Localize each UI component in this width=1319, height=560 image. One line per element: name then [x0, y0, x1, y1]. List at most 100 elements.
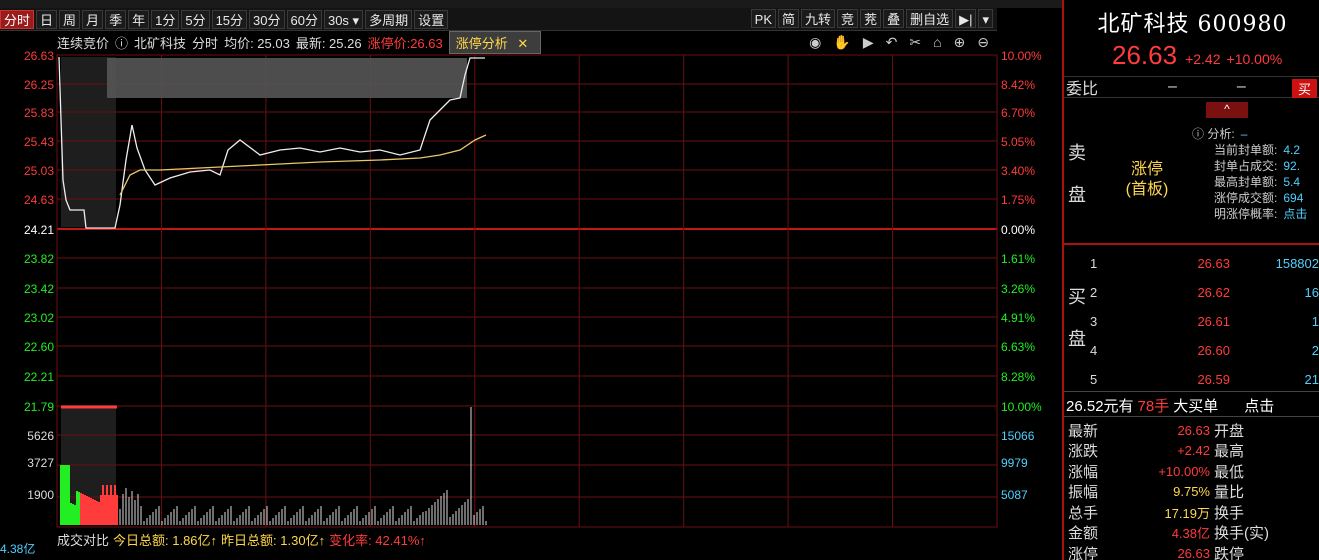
- stat-value: +2.42: [1177, 443, 1210, 459]
- volume-axis-right-label: 15066: [1001, 429, 1035, 443]
- stat-key-2: 最低: [1214, 463, 1245, 481]
- first-board-text: (首板): [1125, 181, 1169, 198]
- weibi-value: –: [1168, 78, 1177, 95]
- stat-row: 涨幅 +10.00% 最低: [1064, 461, 1319, 482]
- analysis-value: 4.2: [1283, 143, 1301, 157]
- stat-value: 17.19万: [1164, 505, 1210, 521]
- bid-price: 26.63: [1197, 255, 1230, 271]
- price-axis-label: 25.03: [24, 164, 54, 178]
- price-axis-label: 23.82: [24, 252, 54, 266]
- bid-label-2: 盘: [1068, 329, 1086, 349]
- bid-row[interactable]: 4 26.60 2: [1090, 339, 1319, 361]
- turnover-compare-bar: 成交对比 今日总额: 1.86亿↑ 昨日总额: 1.30亿↑ 变化率: 42.4…: [57, 530, 997, 548]
- stats-table: 最新 26.63 开盘 涨跌 +2.42 最高 涨幅 +10.00% 最低 振幅 9.75% 量比 总手…: [1064, 420, 1319, 560]
- price-axis-label: 24.63: [24, 193, 54, 207]
- analysis-row: 当前封单额: 4.2: [1192, 142, 1307, 158]
- price-axis-label: 25.43: [24, 135, 54, 149]
- volume-axis-right-label: 5087: [1001, 488, 1028, 502]
- bid-lv: 4: [1090, 342, 1098, 358]
- today-turnover: 今日总额: 1.86亿↑: [113, 532, 218, 548]
- analysis-row: 涨停成交额: 694: [1192, 190, 1307, 206]
- pct-axis-label: 8.28%: [1001, 370, 1035, 384]
- bid-vol: 1: [1311, 313, 1319, 329]
- ask-block: ^ 卖 盘 涨停 (首板) ⓘ 分析: – 当前封单额: 4.2 封单占成交: 92. 最高封…: [1064, 100, 1319, 245]
- stat-key: 涨跌: [1068, 443, 1099, 461]
- yday-turnover: 昨日总额: 1.30亿↑: [221, 532, 326, 548]
- analysis-key: 当前封单额:: [1214, 143, 1278, 157]
- bid-price: 26.61: [1197, 313, 1230, 329]
- bid-vol: 158802: [1275, 255, 1319, 271]
- pct-axis-label: 0.00%: [1001, 223, 1035, 237]
- stat-key-2: 跌停: [1214, 545, 1245, 560]
- seal-click[interactable]: 点击: [1244, 395, 1274, 416]
- bid-row[interactable]: 2 26.62 16: [1090, 281, 1319, 303]
- price-row: 26.63 +2.42 +10.00%: [1064, 40, 1319, 70]
- stat-row: 涨跌 +2.42 最高: [1064, 441, 1319, 462]
- price-change: +2.42: [1185, 51, 1221, 67]
- info-icon[interactable]: ⓘ: [1192, 127, 1207, 141]
- analysis-key: 封单占成交:: [1214, 159, 1278, 173]
- stat-key-2: 换手(实): [1214, 525, 1269, 543]
- limit-up-text: 涨停: [1130, 161, 1163, 178]
- analysis-row: 最高封单额: 5.4: [1192, 174, 1307, 190]
- bid-vol: 16: [1304, 284, 1319, 300]
- chevron-up-icon[interactable]: ^: [1206, 102, 1248, 118]
- stat-value: +10.00%: [1158, 463, 1210, 479]
- stat-row: 振幅 9.75% 量比: [1064, 482, 1319, 503]
- analysis-value: 5.4: [1283, 175, 1301, 189]
- weibi-row: 委比 – – 买: [1064, 76, 1319, 98]
- pct-axis-label: 5.05%: [1001, 135, 1035, 149]
- analysis-key: 涨停成交额:: [1214, 191, 1278, 205]
- price-axis-label: 21.79: [24, 400, 54, 414]
- pct-axis-label: 1.61%: [1001, 252, 1035, 266]
- seal-volume: 78手: [1137, 398, 1170, 415]
- ask-label-2: 盘: [1068, 185, 1086, 205]
- stat-value: 4.38亿: [1171, 526, 1210, 542]
- buy-button[interactable]: 买: [1291, 79, 1317, 98]
- analysis-value: 点击: [1283, 207, 1308, 221]
- bid-lv: 3: [1090, 313, 1098, 329]
- analysis-key: 明涨停概率:: [1214, 207, 1278, 221]
- price-axis-label: 22.21: [24, 370, 54, 384]
- analysis-key: 最高封单额:: [1214, 175, 1278, 189]
- seal-row[interactable]: 26.52元有 78手 大买单 点击: [1064, 395, 1319, 417]
- bid-row[interactable]: 1 26.63 158802: [1090, 252, 1319, 274]
- weibi-diff: –: [1236, 78, 1246, 95]
- stat-row: 涨停 26.63 跌停: [1064, 543, 1319, 560]
- seal-price: 26.52元有: [1066, 398, 1134, 415]
- bid-row[interactable]: 3 26.61 1: [1090, 310, 1319, 332]
- bid-price: 26.60: [1197, 342, 1230, 358]
- price-axis-label: 24.21: [24, 223, 54, 237]
- intraday-chart[interactable]: 26.63 26.25 25.83 25.43 25.03 24.63 24.21 23.82…: [0, 0, 1062, 560]
- weibi-label: 委比: [1066, 81, 1099, 98]
- pct-axis-label: 4.91%: [1001, 311, 1035, 325]
- ask-label-1: 卖: [1068, 143, 1086, 163]
- stat-key: 最新: [1068, 422, 1099, 440]
- limit-up-badge: 涨停 (首板): [1112, 160, 1182, 200]
- pct-axis-label: 6.70%: [1001, 106, 1035, 120]
- stat-value: 9.75%: [1173, 484, 1210, 500]
- stat-key: 金额: [1068, 525, 1099, 543]
- bid-block: 买 盘 1 26.63 158802 2 26.62 16 3 26.61 1 4 26.60 2 5 2…: [1064, 248, 1319, 392]
- seal-type: 大买单: [1173, 398, 1219, 415]
- stat-key-2: 换手: [1214, 504, 1245, 522]
- volume-axis-label: 5626: [27, 429, 54, 443]
- stat-row: 金额 4.38亿 换手(实): [1064, 523, 1319, 544]
- price-axis-label: 23.42: [24, 282, 54, 296]
- stat-value: 26.63: [1177, 422, 1210, 438]
- bid-lv: 2: [1090, 284, 1098, 300]
- price-pct: +10.00%: [1226, 51, 1283, 67]
- analysis-value: 694: [1283, 191, 1304, 205]
- pct-axis-label: 10.00%: [1001, 400, 1042, 414]
- price-axis-label: 26.63: [24, 49, 54, 63]
- bid-row[interactable]: 5 26.59 21: [1090, 368, 1319, 390]
- stat-key: 振幅: [1068, 484, 1099, 502]
- app-window: { "toolbar": { "tabs": ["分时","日","周","月"…: [0, 0, 1319, 560]
- compare-label: 成交对比: [57, 532, 110, 548]
- volume-axis-right-label: 9979: [1001, 456, 1028, 470]
- stat-row: 总手 17.19万 换手: [1064, 502, 1319, 523]
- pct-axis-label: 8.42%: [1001, 78, 1035, 92]
- pct-axis-label: 1.75%: [1001, 193, 1035, 207]
- pct-axis-label: 3.26%: [1001, 282, 1035, 296]
- stat-key-2: 最高: [1214, 443, 1245, 461]
